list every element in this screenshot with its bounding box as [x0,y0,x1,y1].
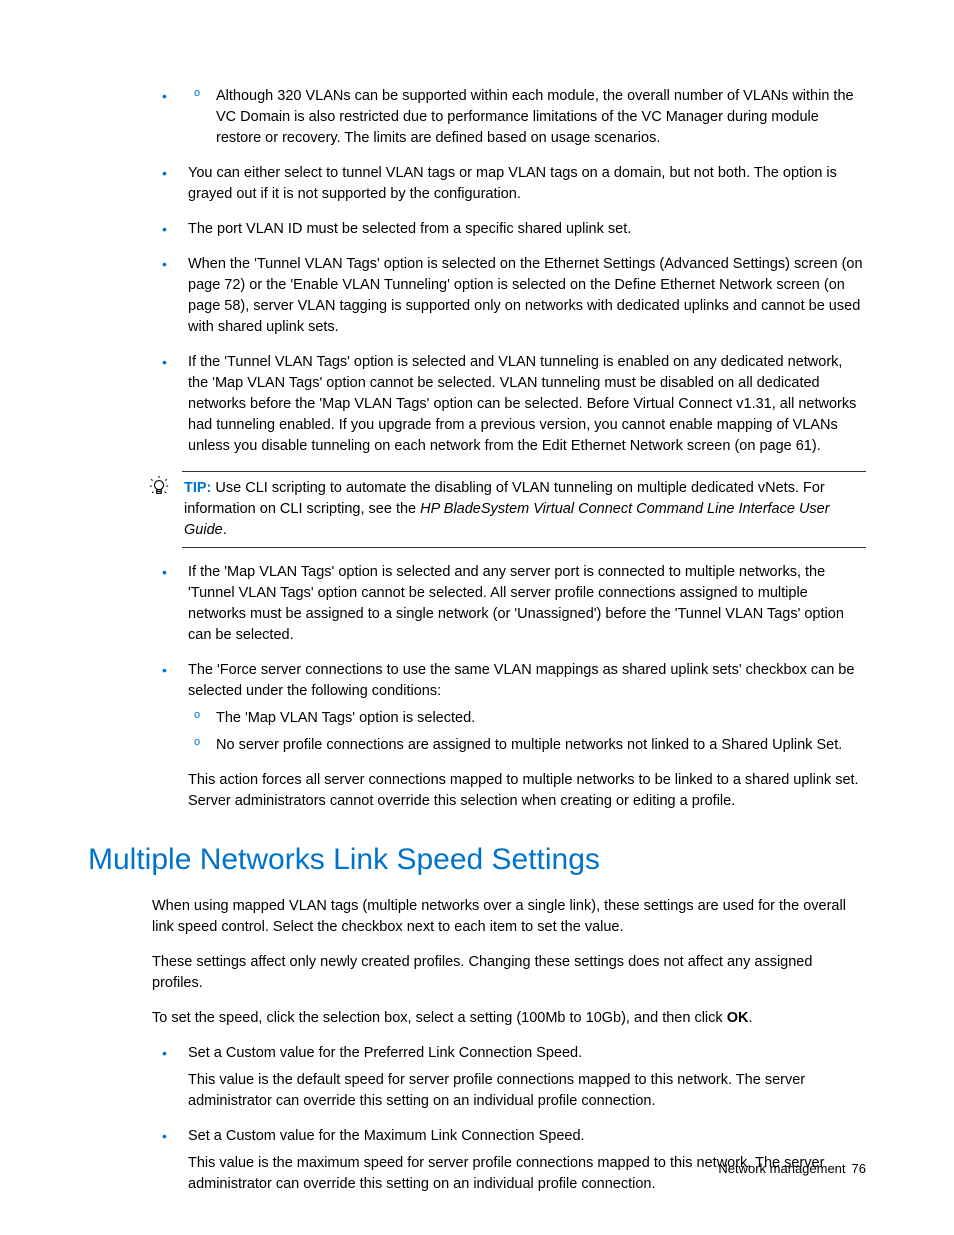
text: . [748,1010,752,1026]
page-footer: Network management 76 [718,1160,866,1179]
footer-page-number: 76 [852,1161,866,1176]
nested-list: Although 320 VLANs can be supported with… [188,86,866,149]
paragraph: This action forces all server connection… [152,770,866,812]
list-item: If the 'Tunnel VLAN Tags' option is sele… [152,352,866,457]
ok-label: OK [727,1010,749,1026]
list-item: The 'Force server connections to use the… [152,660,866,756]
list-item: When the 'Tunnel VLAN Tags' option is se… [152,254,866,338]
section-heading: Multiple Networks Link Speed Settings [88,838,866,882]
list-item-head: Set a Custom value for the Preferred Lin… [188,1045,582,1061]
page-content: Although 320 VLANs can be supported with… [88,86,866,1195]
list-item-body: This value is the default speed for serv… [188,1070,866,1112]
nested-list-item: Although 320 VLANs can be supported with… [188,86,866,149]
continued-list-item: Although 320 VLANs can be supported with… [152,86,866,149]
nested-list: The 'Map VLAN Tags' option is selected. … [188,708,866,756]
nested-list-item: The 'Map VLAN Tags' option is selected. [188,708,866,729]
tip-callout: TIP: Use CLI scripting to automate the d… [182,471,866,548]
list-item-text: The 'Force server connections to use the… [188,662,854,699]
nested-list-item: No server profile connections are assign… [188,735,866,756]
bullet-list-1: You can either select to tunnel VLAN tag… [152,163,866,457]
tip-text-end: . [223,522,227,538]
paragraph: To set the speed, click the selection bo… [152,1008,866,1029]
continued-outer-list: Although 320 VLANs can be supported with… [152,86,866,149]
paragraph: When using mapped VLAN tags (multiple ne… [152,896,866,938]
list-item-head: Set a Custom value for the Maximum Link … [188,1128,585,1144]
lightbulb-icon [148,476,170,498]
list-item: The port VLAN ID must be selected from a… [152,219,866,240]
list-item: If the 'Map VLAN Tags' option is selecte… [152,562,866,646]
text: To set the speed, click the selection bo… [152,1010,727,1026]
footer-section: Network management [718,1161,845,1176]
list-item: You can either select to tunnel VLAN tag… [152,163,866,205]
list-item: Set a Custom value for the Preferred Lin… [152,1043,866,1112]
bullet-list-2: If the 'Map VLAN Tags' option is selecte… [152,562,866,756]
tip-label: TIP: [184,480,211,496]
paragraph: These settings affect only newly created… [152,952,866,994]
